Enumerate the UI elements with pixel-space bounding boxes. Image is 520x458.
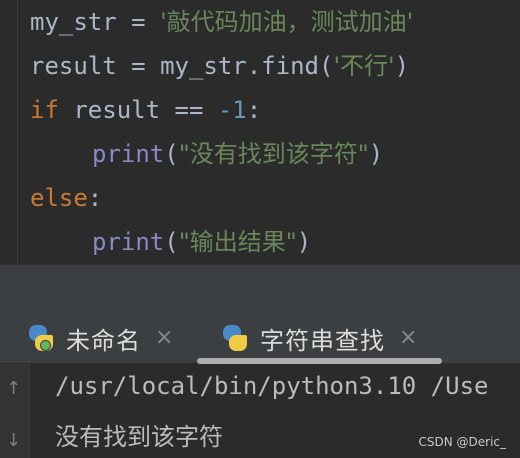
var-name: my_str [30,8,117,36]
tab-label: 未命名 [66,326,141,355]
code-line-2[interactable]: result = my_str.find('不行') [30,44,409,88]
var-name: result [30,52,117,80]
paren: ( [164,140,179,168]
string-literal: '不行' [333,52,395,80]
watermark: CSDN @Deric_ [418,435,506,449]
console-command: /usr/local/bin/python3.10 /Use [55,372,489,400]
code-line-4[interactable]: print("没有找到该字符") [30,132,383,176]
condition: result == [58,96,218,124]
arrow-down-icon[interactable]: ↓ [6,432,21,450]
builtin-function: print [92,228,165,256]
keyword: else [30,184,88,212]
paren: ) [296,228,312,256]
arrow-up-icon[interactable]: ↑ [6,380,21,398]
console-toolbar: ↑ ↓ [0,364,30,458]
operator: = [116,8,161,36]
code-line-6[interactable]: print("输出结果") [30,220,311,264]
code-editor[interactable]: my_str = '敲代码加油，测试加油' result = my_str.fi… [0,0,520,264]
run-tab-string-find[interactable]: 字符串查找 × [220,318,417,358]
python-icon [220,323,250,353]
method-call: my_str.find( [160,52,334,80]
string-literal: "没有找到该字符" [178,140,369,168]
close-icon[interactable]: × [155,327,173,349]
string-literal: '敲代码加油，测试加油' [160,8,414,36]
number-literal: -1 [217,96,247,124]
console-output: 没有找到该字符 [55,423,223,451]
tab-label: 字符串查找 [260,326,385,355]
paren: ( [164,228,179,256]
operator: = [116,52,161,80]
string-literal: "输出结果" [178,228,297,256]
code-line-3[interactable]: if result == -1: [30,88,261,132]
colon: : [246,96,262,124]
keyword: if [30,96,59,124]
run-tab-bar: 未命名 × 字符串查找 × [0,308,520,364]
builtin-function: print [92,140,165,168]
paren: ) [368,140,384,168]
code-line-1[interactable]: my_str = '敲代码加油，测试加油' [30,0,413,44]
paren: ) [394,52,410,80]
colon: : [87,184,103,212]
panel-splitter[interactable] [0,264,520,308]
close-icon[interactable]: × [399,327,417,349]
code-line-5[interactable]: else: [30,176,102,220]
editor-gutter-line [17,0,18,264]
run-tab-unnamed[interactable]: 未命名 × [26,318,173,358]
python-icon [26,323,56,353]
